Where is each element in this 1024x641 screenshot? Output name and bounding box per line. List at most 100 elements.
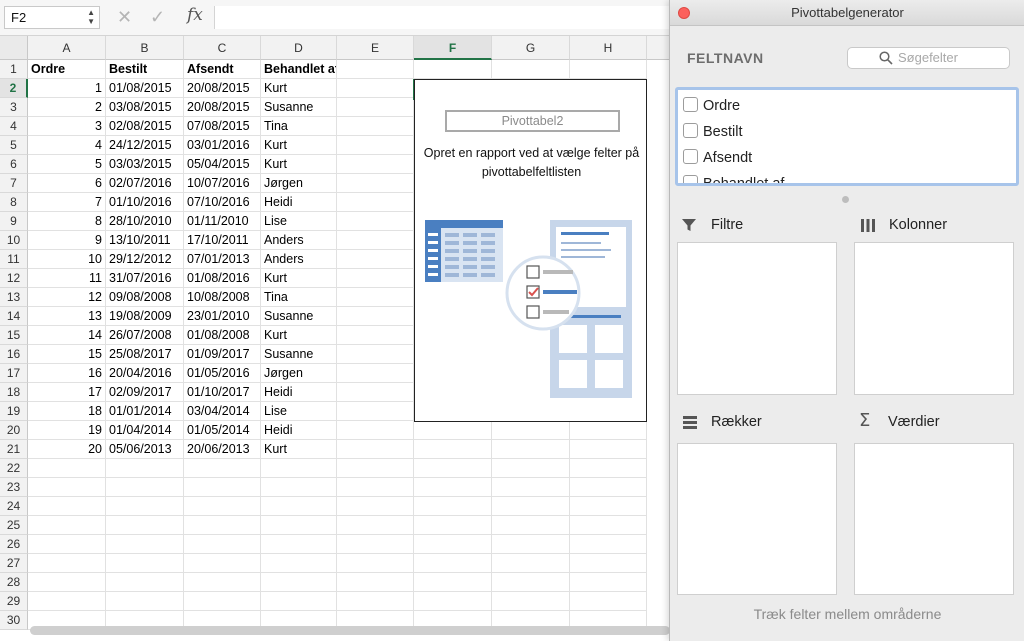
empty-cell[interactable] [184,592,261,611]
empty-cell[interactable] [106,459,184,478]
empty-cell[interactable] [337,573,414,592]
data-cell[interactable]: 13 [28,307,106,326]
data-cell[interactable]: 01/01/2014 [106,402,184,421]
rows-drop-area[interactable] [677,443,837,595]
row-header-2[interactable]: 2 [0,79,28,98]
data-cell[interactable]: 15 [28,345,106,364]
data-cell[interactable]: 20/08/2015 [184,79,261,98]
row-header-19[interactable]: 19 [0,402,28,421]
empty-cell[interactable] [492,60,570,79]
empty-cell[interactable] [28,497,106,516]
empty-cell[interactable] [28,478,106,497]
data-cell[interactable]: 02/08/2015 [106,117,184,136]
empty-cell[interactable] [337,79,414,98]
empty-cell[interactable] [28,573,106,592]
empty-cell[interactable] [337,440,414,459]
data-cell[interactable]: Kurt [261,326,337,345]
column-header-h[interactable]: H [570,36,647,60]
empty-cell[interactable] [28,516,106,535]
empty-cell[interactable] [337,269,414,288]
data-cell[interactable]: 10 [28,250,106,269]
row-header-21[interactable]: 21 [0,440,28,459]
empty-cell[interactable] [414,421,492,440]
data-cell[interactable]: Lise [261,402,337,421]
empty-cell[interactable] [337,250,414,269]
empty-cell[interactable] [337,345,414,364]
empty-cell[interactable] [414,497,492,516]
empty-cell[interactable] [414,573,492,592]
empty-cell[interactable] [337,554,414,573]
pivot-table-placeholder[interactable]: Pivottabel2 Opret en rapport ved at vælg… [414,79,647,422]
empty-cell[interactable] [414,60,492,79]
row-header-6[interactable]: 6 [0,155,28,174]
data-cell[interactable]: 07/10/2016 [184,193,261,212]
row-header-22[interactable]: 22 [0,459,28,478]
empty-cell[interactable] [106,554,184,573]
field-list[interactable]: Ordre Bestilt Afsendt Behandlet af [675,87,1019,186]
empty-cell[interactable] [337,212,414,231]
empty-cell[interactable] [337,459,414,478]
empty-cell[interactable] [492,497,570,516]
data-cell[interactable]: 17 [28,383,106,402]
data-cell[interactable]: 24/12/2015 [106,136,184,155]
data-cell[interactable]: Heidi [261,421,337,440]
column-header-e[interactable]: E [337,36,414,60]
empty-cell[interactable] [492,440,570,459]
data-cell[interactable]: 7 [28,193,106,212]
data-cell[interactable]: Susanne [261,98,337,117]
data-cell[interactable]: 17/10/2011 [184,231,261,250]
empty-cell[interactable] [414,478,492,497]
empty-cell[interactable] [337,364,414,383]
empty-cell[interactable] [337,535,414,554]
data-cell[interactable]: 12 [28,288,106,307]
filters-drop-area[interactable] [677,242,837,395]
empty-cell[interactable] [261,592,337,611]
column-header-f[interactable]: F [414,36,492,60]
empty-cell[interactable] [414,592,492,611]
row-header-5[interactable]: 5 [0,136,28,155]
field-item-behandlet-af[interactable]: Behandlet af [683,171,784,183]
data-cell[interactable]: 9 [28,231,106,250]
field-search-input[interactable]: Søgefelter [847,47,1010,69]
empty-cell[interactable] [570,573,647,592]
data-cell[interactable]: 6 [28,174,106,193]
row-header-4[interactable]: 4 [0,117,28,136]
data-cell[interactable]: 3 [28,117,106,136]
empty-cell[interactable] [184,459,261,478]
insert-function-icon[interactable]: fx [187,5,203,25]
data-cell[interactable]: 01/10/2016 [106,193,184,212]
row-header-8[interactable]: 8 [0,193,28,212]
name-box[interactable]: F2 ▲ ▼ [4,6,100,29]
data-cell[interactable]: Kurt [261,79,337,98]
empty-cell[interactable] [570,459,647,478]
data-cell[interactable]: Jørgen [261,364,337,383]
data-cell[interactable]: 2 [28,98,106,117]
data-cell[interactable]: 10/08/2008 [184,288,261,307]
data-cell[interactable]: 05/06/2013 [106,440,184,459]
empty-cell[interactable] [492,516,570,535]
empty-cell[interactable] [184,535,261,554]
empty-cell[interactable] [492,592,570,611]
data-cell[interactable]: 18 [28,402,106,421]
data-cell[interactable]: 4 [28,136,106,155]
close-button[interactable] [678,7,690,19]
row-header-29[interactable]: 29 [0,592,28,611]
empty-cell[interactable] [106,535,184,554]
empty-cell[interactable] [337,326,414,345]
empty-cell[interactable] [337,516,414,535]
row-header-20[interactable]: 20 [0,421,28,440]
header-cell[interactable]: Bestilt [106,60,184,79]
data-cell[interactable]: Heidi [261,193,337,212]
empty-cell[interactable] [261,535,337,554]
column-header-a[interactable]: A [28,36,106,60]
data-cell[interactable]: 28/10/2010 [106,212,184,231]
select-all-corner[interactable] [0,36,28,60]
data-cell[interactable]: Anders [261,250,337,269]
empty-cell[interactable] [337,231,414,250]
data-cell[interactable]: Jørgen [261,174,337,193]
empty-cell[interactable] [337,592,414,611]
data-cell[interactable]: 01/09/2017 [184,345,261,364]
empty-cell[interactable] [337,288,414,307]
splitter-handle[interactable] [842,196,849,203]
empty-cell[interactable] [261,459,337,478]
